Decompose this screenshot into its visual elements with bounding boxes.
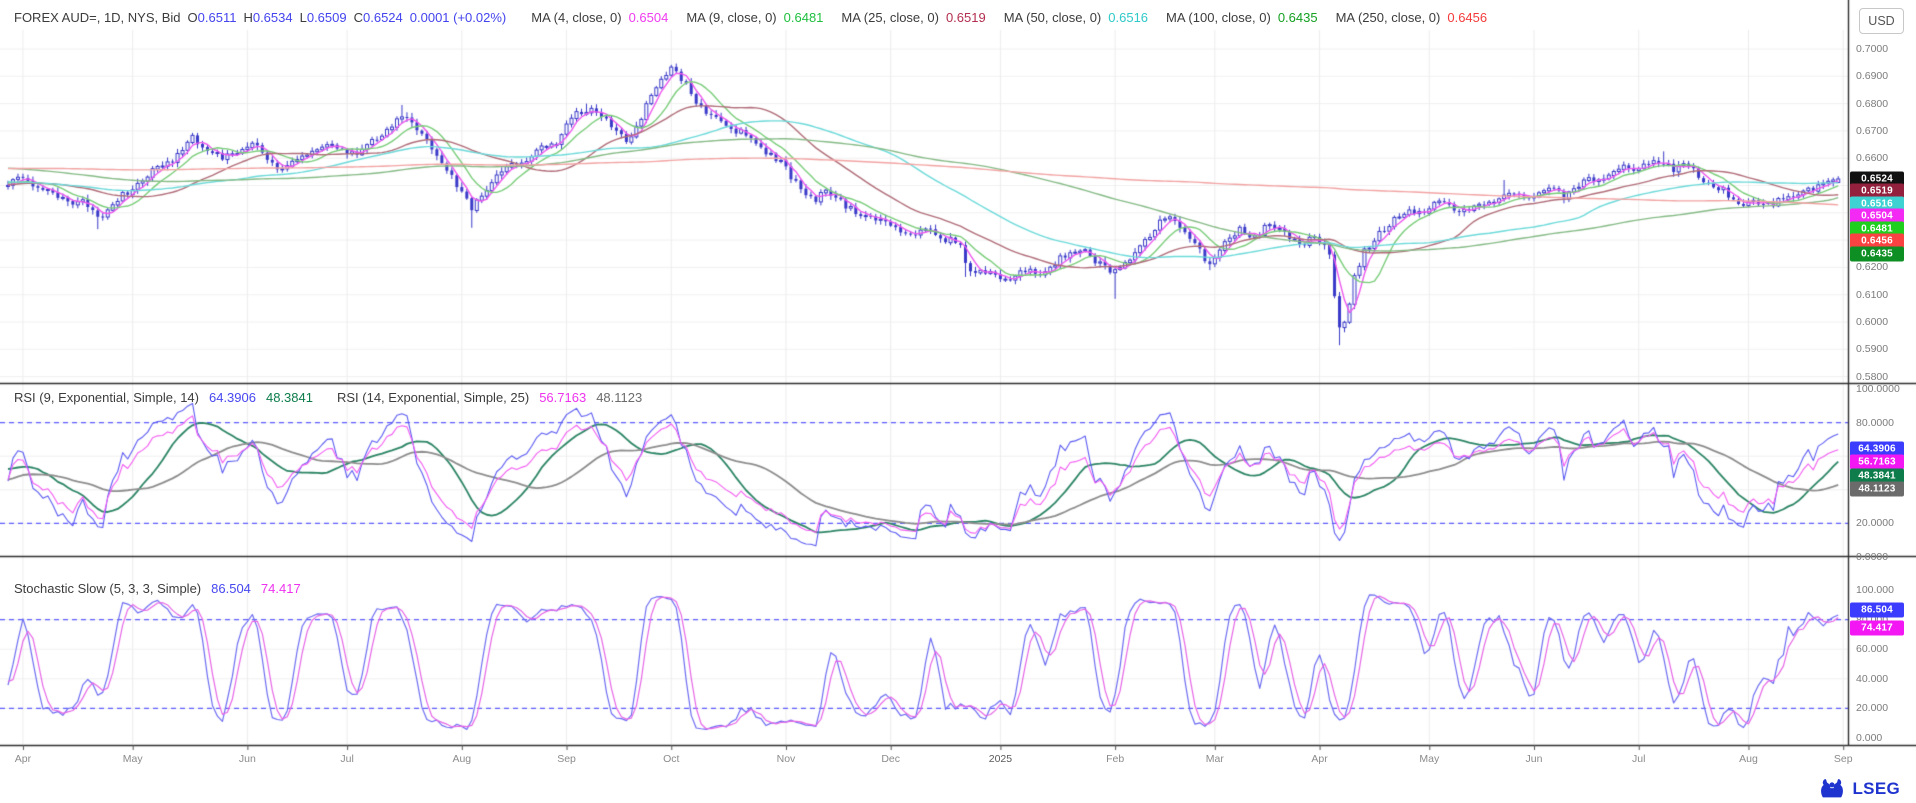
quote-field-label: H [243, 10, 252, 25]
ma-legend-item[interactable]: MA (4, close, 0) 0.6504 [531, 10, 668, 25]
price-tick-label: 0.6200 [1856, 261, 1888, 273]
month-label: Mar [1206, 753, 1224, 765]
indicator-title-part: RSI (9, Exponential, Simple, 14) [14, 390, 199, 405]
ma-legend-label: MA (250, close, 0) [1336, 10, 1441, 25]
indicator-title-part: RSI (14, Exponential, Simple, 25) [337, 390, 529, 405]
rsi-tick-label: 20.0000 [1856, 517, 1894, 529]
currency-label: USD [1868, 14, 1894, 28]
main-chart-canvas[interactable] [0, 0, 1916, 775]
ma-legend-value: 0.6456 [1447, 10, 1487, 25]
month-label: Jul [1632, 753, 1645, 765]
stoch-tick-label: 20.000 [1856, 702, 1888, 714]
instrument-label[interactable]: FOREX AUD=, 1D, NYS, Bid [14, 10, 181, 25]
price-tick-label: 0.6600 [1856, 152, 1888, 164]
ma-legend-label: MA (9, close, 0) [686, 10, 776, 25]
rsi-badge: 56.7163 [1850, 454, 1904, 469]
ma-legend-value: 0.6481 [784, 10, 824, 25]
quote-field-value: 0.6511 [198, 10, 237, 25]
stoch-tick-label: 40.000 [1856, 673, 1888, 685]
quote-field-value: 0.6509 [307, 10, 347, 25]
stoch-tick-label: 100.000 [1856, 584, 1894, 596]
ma-legend-value: 0.6504 [629, 10, 669, 25]
month-label: Oct [663, 753, 679, 765]
price-tick-label: 0.5900 [1856, 343, 1888, 355]
price-tick-label: 0.6000 [1856, 316, 1888, 328]
rsi-badge: 48.1123 [1850, 481, 1904, 496]
rsi-tick-label: 0.0000 [1856, 551, 1888, 563]
ma-legend-value: 0.6519 [946, 10, 986, 25]
chart-root: FOREX AUD=, 1D, NYS, Bid O0.6511 H0.6534 L… [0, 0, 1916, 803]
lseg-logo-text: LSEG [1853, 779, 1901, 799]
price-tick-label: 0.6800 [1856, 98, 1888, 110]
stoch-tick-label: 60.000 [1856, 643, 1888, 655]
ohlc-header: FOREX AUD=, 1D, NYS, Bid O0.6511 H0.6534 L… [14, 7, 1487, 27]
quote-field-label: O [188, 10, 198, 25]
indicator-title-part: 64.3906 [209, 390, 256, 405]
ma-legend-item[interactable]: MA (50, close, 0) 0.6516 [1004, 10, 1148, 25]
ma-legend-label: MA (100, close, 0) [1166, 10, 1271, 25]
ma-legend-label: MA (50, close, 0) [1004, 10, 1102, 25]
quote-field: C0.6524 [354, 10, 403, 25]
ma-legend-item[interactable]: MA (100, close, 0) 0.6435 [1166, 10, 1318, 25]
indicator-title-part: 56.7163 [539, 390, 586, 405]
month-label: May [123, 753, 143, 765]
month-label: Aug [452, 753, 471, 765]
price-tick-label: 0.5800 [1856, 371, 1888, 383]
indicator-title-part: 86.504 [211, 581, 251, 596]
month-label: Aug [1739, 753, 1758, 765]
quote-field-value: 0.6534 [253, 10, 293, 25]
month-label: Feb [1106, 753, 1124, 765]
month-label: Jul [340, 753, 353, 765]
month-label: Jun [239, 753, 256, 765]
month-label: Nov [777, 753, 796, 765]
month-label: Sep [557, 753, 576, 765]
month-label: Sep [1834, 753, 1853, 765]
ma-legend-label: MA (4, close, 0) [531, 10, 621, 25]
month-label: May [1419, 753, 1439, 765]
price-badge: 0.6435 [1850, 246, 1904, 261]
stoch-tick-label: 0.000 [1856, 732, 1882, 744]
indicator-title-part: 74.417 [261, 581, 301, 596]
quote-field-value: 0.6524 [363, 10, 403, 25]
ma-legend-value: 0.6435 [1278, 10, 1318, 25]
currency-button[interactable]: USD [1859, 8, 1904, 34]
lseg-logo-icon [1817, 777, 1847, 801]
quote-field-value: 0.0001 (+0.02%) [410, 10, 506, 25]
quote-field: O0.6511 [188, 10, 237, 25]
quote-field: H0.6534 [243, 10, 292, 25]
price-tick-label: 0.6900 [1856, 70, 1888, 82]
month-label: 2025 [989, 753, 1012, 765]
indicator-title-part: Stochastic Slow (5, 3, 3, Simple) [14, 581, 201, 596]
indicator-title-part: 48.1123 [596, 390, 642, 405]
quote-field-label: L [300, 10, 307, 25]
rsi-tick-label: 100.0000 [1856, 383, 1900, 395]
ma-legend-item[interactable]: MA (250, close, 0) 0.6456 [1336, 10, 1488, 25]
rsi-tick-label: 80.0000 [1856, 417, 1894, 429]
month-label: Jun [1526, 753, 1543, 765]
indicator-title-part: 48.3841 [266, 390, 313, 405]
quote-field: L0.6509 [300, 10, 347, 25]
ma-legend-item[interactable]: MA (25, close, 0) 0.6519 [841, 10, 985, 25]
lseg-logo: LSEG [1817, 777, 1901, 801]
quote-field: 0.0001 (+0.02%) [410, 10, 506, 25]
rsi-indicator-title[interactable]: RSI (9, Exponential, Simple, 14) 64.3906 4… [14, 390, 642, 405]
price-tick-label: 0.6100 [1856, 289, 1888, 301]
price-tick-label: 0.6700 [1856, 125, 1888, 137]
ma-legend-item[interactable]: MA (9, close, 0) 0.6481 [686, 10, 823, 25]
month-label: Apr [15, 753, 31, 765]
month-label: Dec [881, 753, 900, 765]
ma-legend-value: 0.6516 [1108, 10, 1148, 25]
month-label: Apr [1311, 753, 1327, 765]
stoch-badge: 86.504 [1850, 602, 1904, 617]
ma-legend-label: MA (25, close, 0) [841, 10, 939, 25]
price-tick-label: 0.7000 [1856, 43, 1888, 55]
stoch-badge: 74.417 [1850, 620, 1904, 635]
quote-field-label: C [354, 10, 363, 25]
stoch-indicator-title[interactable]: Stochastic Slow (5, 3, 3, Simple) 86.504 7… [14, 581, 301, 596]
